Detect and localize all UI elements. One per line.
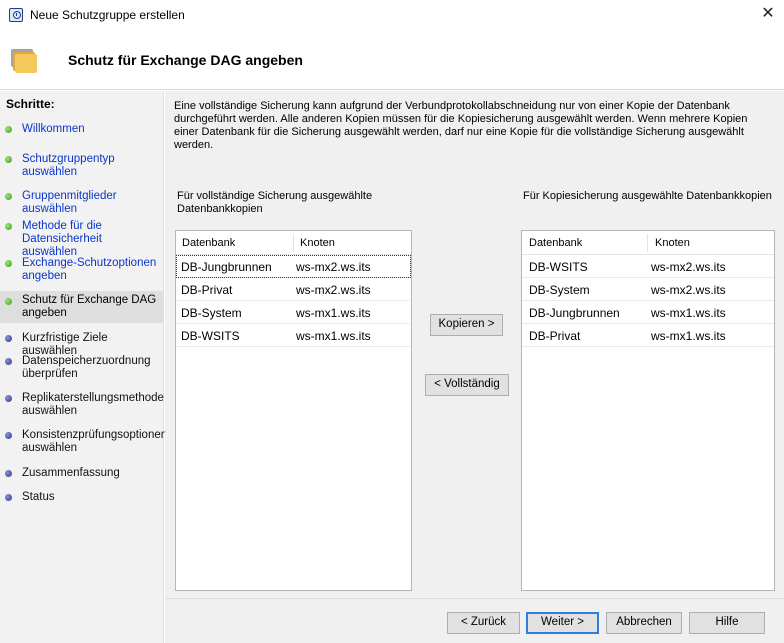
full-backup-label: Für vollständige Sicherung ausgewählte D… [177,190,373,215]
copy-backup-label: Für Kopiesicherung ausgewählte Datenbank… [523,190,772,202]
steps-panel: Schritte: Willkommen Schutzgruppentyp au… [0,91,168,643]
table-row[interactable]: DB-Jungbrunnen ws-mx2.ws.its [176,255,411,278]
back-button[interactable]: < Zurück [447,612,520,634]
step-gruppenmitglieder[interactable]: Gruppenmitglieder auswählen [0,190,164,216]
table-row[interactable]: DB-Jungbrunnen ws-mx1.ws.its [522,301,774,324]
completed-status-icon [5,193,12,200]
protection-group-icon [11,49,37,73]
step-schutzgruppentyp[interactable]: Schutzgruppentyp auswählen [0,153,164,179]
intro-text: Eine vollständige Sicherung kann aufgrun… [174,100,748,151]
step-label: Replikaterstellungsmethode auswählen [22,392,164,417]
node-cell: ws-mx2.ws.its [296,283,371,297]
step-label: Methode für die Datensicherheit auswähle… [22,220,102,258]
table-row[interactable]: DB-Privat ws-mx1.ws.its [522,324,774,347]
window-title: Neue Schutzgruppe erstellen [30,8,185,22]
node-cell: ws-mx1.ws.its [296,306,371,320]
pending-status-icon [5,470,12,477]
column-header-database[interactable]: Datenbank [529,237,582,249]
node-cell: ws-mx2.ws.its [651,283,726,297]
cancel-button[interactable]: Abbrechen [606,612,682,634]
copy-backup-list[interactable]: Datenbank Knoten DB-WSITS ws-mx2.ws.its … [521,230,775,591]
database-cell: DB-System [181,306,242,320]
step-label: Schutzgruppentyp auswählen [22,153,115,178]
title-bar: Neue Schutzgruppe erstellen ✕ [0,0,784,30]
column-header-database[interactable]: Datenbank [182,237,235,249]
node-cell: ws-mx1.ws.its [651,306,726,320]
full-backup-list[interactable]: Datenbank Knoten DB-Jungbrunnen ws-mx2.w… [175,230,412,591]
table-row[interactable]: DB-Privat ws-mx2.ws.its [176,278,411,301]
database-cell: DB-Jungbrunnen [181,260,272,274]
step-label: Willkommen [22,123,85,135]
main-content: Eine vollständige Sicherung kann aufgrun… [165,91,784,643]
copy-button[interactable]: Kopieren > [430,314,503,336]
step-label: Status [22,491,55,503]
list-header: Datenbank Knoten [522,231,774,255]
table-row[interactable]: DB-System ws-mx1.ws.its [176,301,411,324]
step-willkommen[interactable]: Willkommen [0,123,164,136]
list-header: Datenbank Knoten [176,231,411,255]
step-methode-datensicherheit[interactable]: Methode für die Datensicherheit auswähle… [0,220,164,259]
column-header-node[interactable]: Knoten [300,237,335,249]
pending-status-icon [5,432,12,439]
step-exchange-schutzoptionen[interactable]: Exchange-Schutzoptionen angeben [0,257,164,283]
database-cell: DB-System [529,283,590,297]
database-cell: DB-Privat [529,329,581,343]
pending-status-icon [5,358,12,365]
database-cell: DB-Jungbrunnen [529,306,620,320]
steps-title: Schritte: [6,97,55,111]
step-konsistenzpruefung: Konsistenzprüfungsoptionen auswählen [0,429,168,455]
completed-status-icon [5,126,12,133]
step-label: Schutz für Exchange DAG angeben [22,294,157,319]
step-replikaterstellungsmethode: Replikaterstellungsmethode auswählen [0,392,164,418]
completed-status-icon [5,156,12,163]
wizard-footer: < Zurück Weiter > Abbrechen Hilfe [165,598,784,643]
node-cell: ws-mx1.ws.its [296,329,371,343]
step-label: Konsistenzprüfungsoptionen auswählen [22,429,168,454]
pending-status-icon [5,335,12,342]
close-button[interactable]: ✕ [752,2,784,26]
step-label: Datenspeicherzuordnung überprüfen [22,355,151,380]
step-label: Kurzfristige Ziele auswählen [22,332,108,357]
step-label: Exchange-Schutzoptionen angeben [22,257,157,282]
help-button[interactable]: Hilfe [689,612,765,634]
pending-status-icon [5,494,12,501]
step-label: Zusammenfassung [22,467,120,479]
step-schutz-exchange-dag: Schutz für Exchange DAG angeben [0,291,164,323]
page-title: Schutz für Exchange DAG angeben [68,52,303,68]
completed-status-icon [5,223,12,230]
table-row[interactable]: DB-WSITS ws-mx1.ws.its [176,324,411,347]
column-header-node[interactable]: Knoten [655,237,690,249]
database-cell: DB-WSITS [181,329,240,343]
step-status: Status [0,491,164,504]
current-status-icon [5,298,12,305]
completed-status-icon [5,260,12,267]
next-button[interactable]: Weiter > [526,612,599,634]
pending-status-icon [5,395,12,402]
full-button[interactable]: < Vollständig [425,374,509,396]
wizard-header: Schutz für Exchange DAG angeben [0,30,784,90]
step-label: Gruppenmitglieder auswählen [22,190,117,215]
node-cell: ws-mx2.ws.its [296,260,371,274]
node-cell: ws-mx2.ws.its [651,260,726,274]
clock-icon [9,8,23,22]
step-zusammenfassung: Zusammenfassung [0,467,164,480]
node-cell: ws-mx1.ws.its [651,329,726,343]
table-row[interactable]: DB-WSITS ws-mx2.ws.its [522,255,774,278]
database-cell: DB-WSITS [529,260,588,274]
step-datenspeicherzuordnung: Datenspeicherzuordnung überprüfen [0,355,164,381]
database-cell: DB-Privat [181,283,233,297]
table-row[interactable]: DB-System ws-mx2.ws.its [522,278,774,301]
